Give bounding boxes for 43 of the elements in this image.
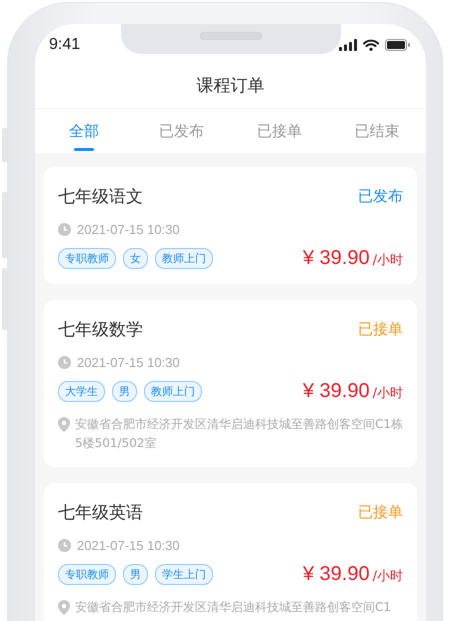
- price-unit: /小时: [372, 252, 403, 269]
- clock-icon: [58, 356, 71, 369]
- signal-icon: [339, 39, 357, 51]
- status-time: 9:41: [49, 36, 80, 54]
- price: ¥ 39.90: [302, 380, 370, 403]
- wifi-icon: [363, 39, 379, 51]
- order-status: 已接单: [358, 503, 403, 522]
- price-unit: /小时: [372, 568, 403, 585]
- course-title: 七年级英语: [58, 502, 143, 524]
- tag: 男: [112, 381, 137, 402]
- order-card[interactable]: 七年级英语 已接单 2021-07-15 10:30 专职教师 男 学生上门 ¥ 39.90/小时 安徽省合肥市经济开发区清华启迪科技城至善路创客空间C1: [44, 483, 417, 621]
- tag: 教师上门: [144, 381, 202, 402]
- tag: 专职教师: [58, 564, 116, 585]
- tag: 学生上门: [155, 564, 213, 585]
- filter-tab[interactable]: 已接单: [230, 109, 328, 153]
- location-pin-icon: [58, 417, 70, 434]
- order-status: 已接单: [358, 320, 403, 339]
- page-title: 课程订单: [196, 74, 266, 98]
- tag: 大学生: [58, 381, 105, 402]
- address: 安徽省合肥市经济开发区清华启迪科技城至善路创客空间C1: [75, 599, 392, 616]
- order-card[interactable]: 七年级数学 已接单 2021-07-15 10:30 大学生 男 教师上门 ¥ 39.90/小时 安徽省合肥市经济开发区清华启迪科技城至善路创客空间C1栋5楼501/502室: [44, 300, 417, 467]
- order-card[interactable]: 七年级语文 已发布 2021-07-15 10:30 专职教师 女 教师上门 ¥ 39.90/小时: [44, 167, 417, 284]
- filter-tab[interactable]: 全部: [35, 109, 133, 153]
- price: ¥ 39.90: [302, 563, 370, 586]
- order-time: 2021-07-15 10:30: [77, 222, 180, 237]
- course-title: 七年级数学: [58, 319, 143, 341]
- order-status: 已发布: [358, 187, 403, 206]
- order-time: 2021-07-15 10:30: [77, 538, 180, 553]
- filter-tab[interactable]: 已发布: [132, 109, 230, 153]
- tag: 女: [123, 248, 148, 269]
- clock-icon: [58, 539, 71, 552]
- location-pin-icon: [58, 600, 70, 617]
- tag: 专职教师: [58, 248, 116, 269]
- battery-icon: [385, 39, 410, 51]
- order-time: 2021-07-15 10:30: [77, 355, 180, 370]
- address: 安徽省合肥市经济开发区清华启迪科技城至善路创客空间C1栋5楼501/502室: [75, 416, 403, 452]
- clock-icon: [58, 223, 71, 236]
- price: ¥ 39.90: [302, 247, 370, 270]
- tag: 男: [123, 564, 148, 585]
- course-title: 七年级语文: [58, 186, 143, 208]
- price-unit: /小时: [372, 385, 403, 402]
- tag: 教师上门: [155, 248, 213, 269]
- filter-tab[interactable]: 已结束: [328, 109, 426, 153]
